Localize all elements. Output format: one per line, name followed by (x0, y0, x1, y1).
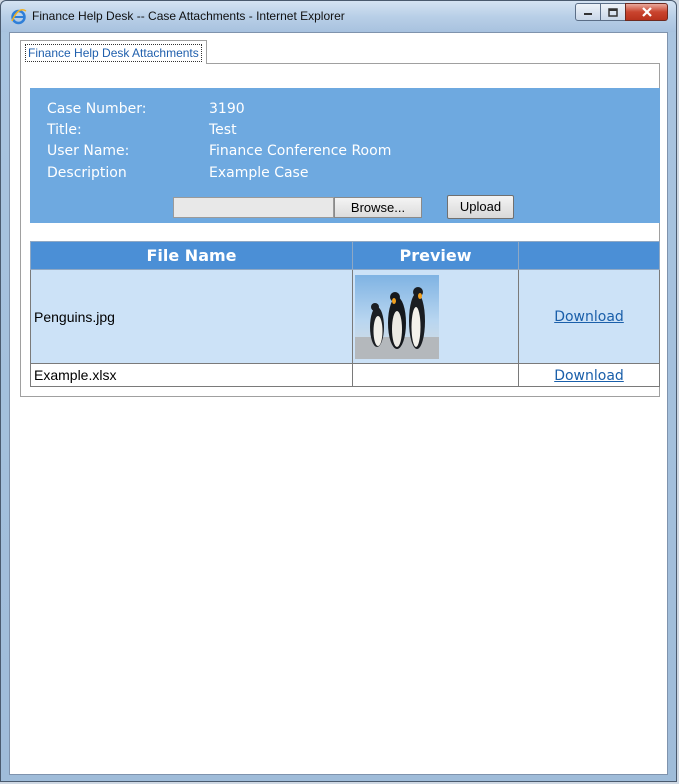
file-name-cell: Penguins.jpg (30, 269, 353, 364)
field-label: Case Number: (47, 101, 147, 117)
window-title: Finance Help Desk -- Case Attachments - … (32, 9, 345, 23)
preview-header: Preview (352, 241, 519, 270)
download-cell: Download (518, 363, 660, 387)
browse-button[interactable]: Browse... (334, 197, 422, 218)
minimize-icon (584, 13, 592, 15)
field-value: 3190 (209, 101, 245, 117)
tab-attachments[interactable]: Finance Help Desk Attachments (20, 40, 207, 64)
ie-icon (11, 9, 27, 25)
penguins-thumbnail[interactable] (355, 274, 439, 359)
table-row: Example.xlsx Download (30, 363, 660, 387)
field-value: Test (209, 122, 237, 138)
field-label: User Name: (47, 143, 130, 159)
title-bar[interactable]: Finance Help Desk -- Case Attachments - … (1, 1, 676, 32)
browser-window: Finance Help Desk -- Case Attachments - … (0, 0, 677, 782)
case-info-box: Case Number: 3190 Title: Test User Name:… (30, 88, 660, 223)
tab-panel: Case Number: 3190 Title: Test User Name:… (20, 63, 660, 397)
preview-cell (352, 269, 519, 364)
download-link[interactable]: Download (554, 368, 624, 384)
field-value: Example Case (209, 165, 309, 181)
page-content: Finance Help Desk Attachments Case Numbe… (9, 32, 668, 775)
upload-button[interactable]: Upload (447, 195, 514, 219)
download-cell: Download (518, 269, 660, 364)
field-label: Title: (47, 122, 82, 138)
file-name-header[interactable]: File Name (30, 241, 353, 270)
table-row: Penguins.jpg Download (30, 269, 660, 364)
attachments-table: File Name Preview Penguins.jpg Download … (30, 241, 660, 387)
maximize-icon (608, 7, 618, 17)
file-path-input[interactable] (173, 197, 334, 218)
close-button[interactable] (625, 3, 668, 21)
table-header-row: File Name Preview (30, 241, 660, 270)
file-name-cell: Example.xlsx (30, 363, 353, 387)
window-controls (575, 3, 668, 22)
field-label: Description (47, 165, 127, 181)
close-icon (641, 7, 652, 17)
minimize-button[interactable] (575, 3, 601, 21)
field-value: Finance Conference Room (209, 143, 392, 159)
download-link[interactable]: Download (554, 309, 624, 325)
action-header (518, 241, 660, 270)
preview-cell (352, 363, 519, 387)
maximize-button[interactable] (600, 3, 626, 21)
tab-label: Finance Help Desk Attachments (25, 44, 202, 62)
